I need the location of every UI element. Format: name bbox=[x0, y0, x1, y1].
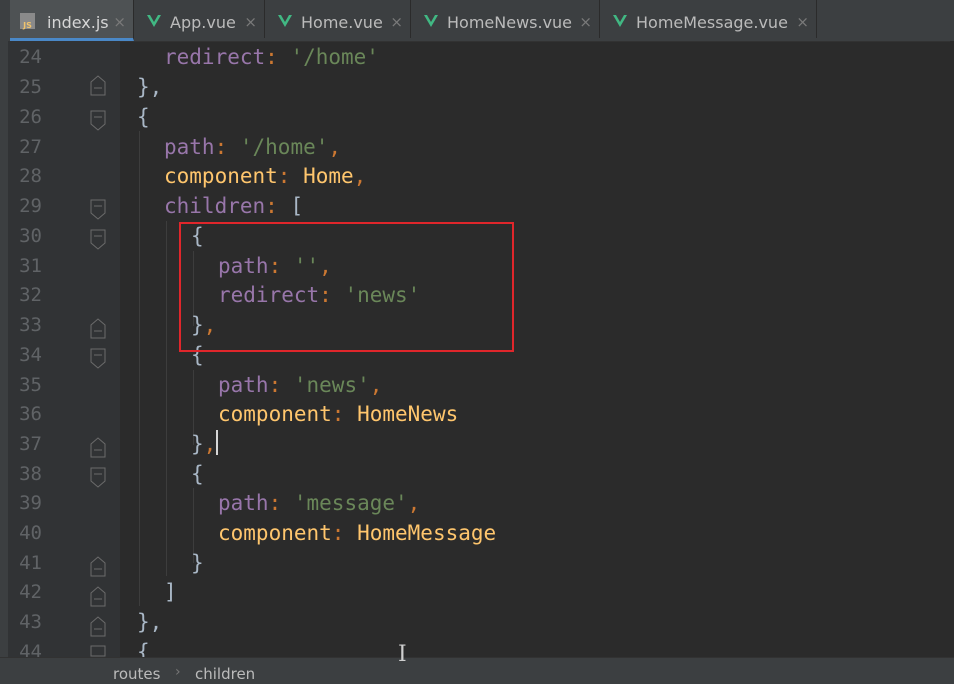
token-string: 'message' bbox=[293, 491, 408, 515]
indent-guide bbox=[139, 131, 140, 606]
fold-end-icon[interactable] bbox=[90, 318, 106, 339]
token-string: '/home' bbox=[290, 45, 379, 69]
tab-label: Home.vue bbox=[301, 13, 383, 32]
fold-end-icon[interactable] bbox=[90, 75, 106, 96]
code-line: path: 'message', bbox=[218, 488, 420, 518]
tab-homenews-vue[interactable]: HomeNews.vue × bbox=[414, 0, 600, 38]
tab-label: App.vue bbox=[170, 13, 236, 32]
token-colon: : bbox=[268, 373, 294, 397]
vertical-scrollbar[interactable] bbox=[950, 41, 954, 657]
token-brace: { bbox=[191, 462, 204, 486]
token-brace: } bbox=[191, 551, 204, 575]
code-line: component: HomeMessage bbox=[218, 518, 496, 548]
token-brace: }, bbox=[137, 75, 163, 99]
code-line: path: '/home', bbox=[164, 132, 341, 162]
tab-label: HomeMessage.vue bbox=[636, 13, 788, 32]
token-identifier: HomeMessage bbox=[357, 521, 497, 545]
token-brace: { bbox=[137, 105, 150, 129]
code-line: }, bbox=[137, 72, 162, 102]
fold-end-icon[interactable] bbox=[90, 586, 106, 607]
breadcrumb: routes › children bbox=[0, 657, 954, 684]
fold-start-icon[interactable] bbox=[90, 467, 106, 488]
tab-home-vue[interactable]: Home.vue × bbox=[268, 0, 411, 38]
code-line: children: [ bbox=[164, 191, 303, 221]
code-line: component: Home, bbox=[164, 161, 366, 191]
token-key: path bbox=[218, 373, 269, 397]
token-string: 'news' bbox=[293, 373, 370, 397]
tab-app-vue[interactable]: App.vue × bbox=[137, 0, 265, 38]
token-comma: , bbox=[203, 432, 217, 456]
code-line: }, bbox=[191, 429, 216, 459]
fold-end-icon[interactable] bbox=[90, 437, 106, 458]
code-line: }, bbox=[137, 607, 162, 637]
breadcrumb-item-children[interactable]: children bbox=[195, 665, 255, 683]
token-string: '/home' bbox=[239, 135, 329, 159]
token-identifier: Home bbox=[303, 164, 354, 188]
tab-label: HomeNews.vue bbox=[447, 13, 573, 32]
fold-end-icon[interactable] bbox=[90, 616, 106, 637]
token-key: component bbox=[218, 521, 332, 545]
code-line: ] bbox=[164, 577, 177, 607]
breadcrumb-item-routes[interactable]: routes bbox=[113, 665, 160, 683]
close-icon[interactable]: × bbox=[796, 0, 809, 45]
mouse-ibeam-cursor-icon: I bbox=[398, 642, 407, 667]
token-comma: , bbox=[353, 164, 367, 188]
token-colon: : bbox=[265, 45, 291, 69]
fold-start-icon[interactable] bbox=[90, 229, 106, 250]
token-colon: : bbox=[265, 194, 291, 218]
token-brace: } bbox=[191, 432, 204, 456]
close-icon[interactable]: × bbox=[579, 0, 592, 45]
fold-start-icon[interactable] bbox=[90, 645, 106, 657]
code-line: redirect: '/home' bbox=[164, 42, 379, 72]
token-key: component bbox=[164, 164, 278, 188]
token-key: children bbox=[164, 194, 266, 218]
code-line: } bbox=[191, 548, 204, 578]
vue-file-icon bbox=[147, 15, 161, 27]
token-comma: , bbox=[328, 135, 342, 159]
text-caret bbox=[216, 430, 218, 455]
vue-file-icon bbox=[424, 15, 438, 27]
code-line: { bbox=[191, 459, 204, 489]
token-colon: : bbox=[331, 521, 358, 545]
fold-start-icon[interactable] bbox=[90, 199, 106, 220]
token-colon: : bbox=[214, 135, 240, 159]
vue-file-icon bbox=[278, 15, 292, 27]
token-key: redirect bbox=[164, 45, 266, 69]
close-icon[interactable]: × bbox=[390, 0, 403, 45]
editor-tab-bar: JS index.js × App.vue × Home.vue × HomeN… bbox=[0, 0, 954, 42]
fold-end-icon[interactable] bbox=[90, 556, 106, 577]
indent-guide bbox=[166, 221, 167, 576]
token-comma: , bbox=[407, 491, 421, 515]
token-colon: : bbox=[268, 491, 294, 515]
token-colon: : bbox=[277, 164, 304, 188]
vue-file-icon bbox=[613, 15, 627, 27]
close-icon[interactable]: × bbox=[244, 0, 257, 45]
token-colon: : bbox=[331, 402, 358, 426]
code-line: { bbox=[137, 102, 150, 132]
token-bracket: ] bbox=[164, 580, 177, 604]
fold-start-icon[interactable] bbox=[90, 110, 106, 131]
token-identifier: HomeNews bbox=[357, 402, 459, 426]
code-line: path: 'news', bbox=[218, 370, 382, 400]
token-brace: }, bbox=[137, 610, 163, 634]
breadcrumb-separator: › bbox=[175, 664, 181, 680]
token-key: path bbox=[218, 491, 269, 515]
fold-start-icon[interactable] bbox=[90, 348, 106, 369]
tab-homemessage-vue[interactable]: HomeMessage.vue × bbox=[603, 0, 817, 38]
token-bracket: [ bbox=[290, 194, 304, 218]
fold-markers bbox=[90, 75, 106, 657]
highlight-annotation-box bbox=[179, 222, 514, 352]
token-comma: , bbox=[369, 373, 383, 397]
token-key: component bbox=[218, 402, 332, 426]
code-line: component: HomeNews bbox=[218, 399, 458, 429]
token-key: path bbox=[164, 135, 215, 159]
